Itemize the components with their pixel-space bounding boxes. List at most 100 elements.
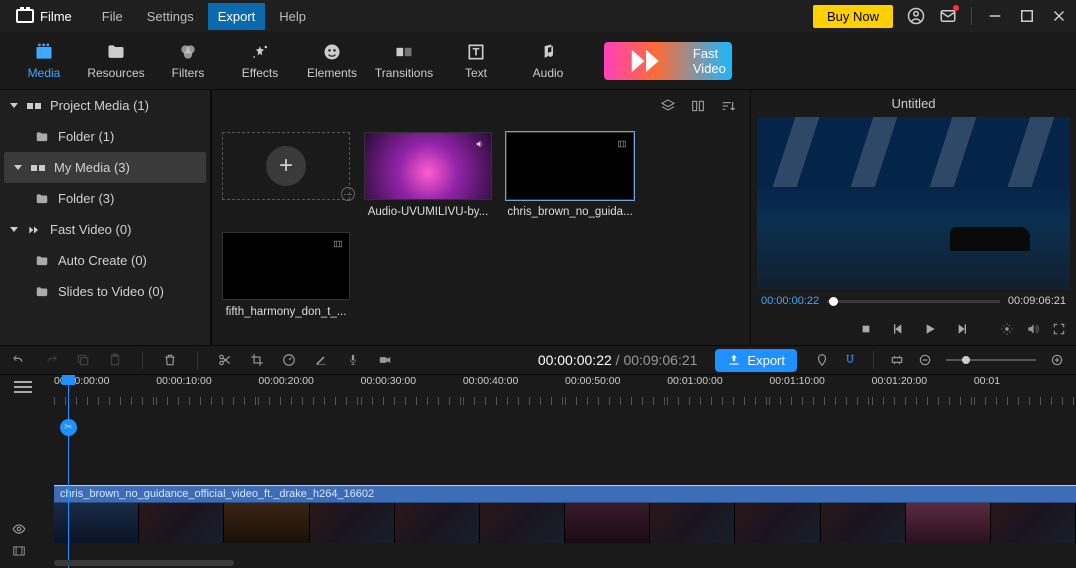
export-button[interactable]: Export [715,349,797,372]
effects-icon [249,42,271,62]
slider-thumb[interactable] [829,297,838,306]
menu-file[interactable]: File [92,3,133,30]
total-time: 00:09:06:21 [1008,295,1066,307]
sidebar-folder-3[interactable]: Folder (3) [0,183,210,214]
ruler-mark: 00:00:20:00 [258,375,360,405]
split-playhead-icon[interactable]: ✂ [60,419,77,436]
visibility-icon[interactable] [12,522,26,536]
sidebar-fast-video[interactable]: Fast Video (0) [0,214,210,245]
copy-button[interactable] [76,353,90,367]
prev-frame-button[interactable] [890,321,906,337]
sidebar-label: Auto Create (0) [58,253,147,268]
zoom-slider[interactable] [946,359,1036,361]
sort-icon[interactable] [720,98,736,114]
tool-label: Transitions [375,66,433,80]
fast-forward-icon [26,223,42,237]
folder-icon [34,192,50,206]
media-item-video-2[interactable]: fifth_harmony_don_t_... [222,232,350,318]
grid-icon [26,99,42,113]
tool-transitions[interactable]: Transitions [368,38,440,84]
media-label: Audio-UVUMILIVU-by... [364,206,492,218]
seek-slider[interactable] [827,300,1000,303]
tool-text[interactable]: Text [440,38,512,84]
tool-effects[interactable]: Effects [224,38,296,84]
video-content [757,117,1070,187]
tool-label: Filters [172,66,205,80]
elements-icon [321,42,343,62]
fast-video-button[interactable]: Fast Video [604,42,732,80]
paste-button[interactable] [108,353,122,367]
sidebar-project-media[interactable]: Project Media (1) [0,90,210,121]
voiceover-button[interactable] [346,353,360,367]
zoom-in-icon[interactable] [1050,353,1064,367]
tool-label: Effects [242,66,278,80]
media-label: fifth_harmony_don_t_... [222,306,350,318]
logo-icon [16,9,34,23]
tool-label: Elements [307,66,357,80]
volume-icon[interactable] [1026,322,1040,336]
transitions-icon [393,42,415,62]
sidebar-my-media[interactable]: My Media (3) [4,152,206,183]
color-button[interactable] [314,353,328,367]
delete-button[interactable] [163,353,177,367]
tool-label: Media [28,66,61,80]
sidebar: Project Media (1) Folder (1) My Media (3… [0,90,212,345]
buy-now-button[interactable]: Buy Now [813,5,893,28]
text-icon [465,42,487,62]
separator [873,351,874,369]
close-icon[interactable] [1050,7,1068,25]
folder-icon [34,130,50,144]
tool-elements[interactable]: Elements [296,38,368,84]
fullscreen-icon[interactable] [1052,322,1066,336]
video-clip[interactable] [54,503,1076,543]
menu-export[interactable]: Export [208,3,266,30]
layers-icon[interactable] [660,98,676,114]
playhead-marker[interactable] [62,375,75,385]
columns-icon[interactable] [690,98,706,114]
caret-down-icon [10,103,18,108]
undo-button[interactable] [12,353,26,367]
media-item-video-1[interactable]: chris_brown_no_guida... [506,132,634,218]
current-time: 00:00:00:22 [761,295,819,307]
clip-title[interactable]: chris_brown_no_guidance_official_video_f… [54,485,1076,503]
maximize-icon[interactable] [1018,7,1036,25]
split-button[interactable] [218,353,232,367]
zoom-out-icon[interactable] [918,353,932,367]
import-media-button[interactable]: + ⋯ [222,132,350,218]
play-button[interactable] [922,321,938,337]
tool-filters[interactable]: Filters [152,38,224,84]
stop-button[interactable] [858,321,874,337]
menu-help[interactable]: Help [269,3,316,30]
speed-button[interactable] [282,353,296,367]
horizontal-scrollbar[interactable] [54,560,234,566]
preview-video[interactable] [757,117,1070,289]
next-frame-button[interactable] [954,321,970,337]
account-icon[interactable] [907,7,925,25]
more-icon[interactable]: ⋯ [341,187,355,201]
ruler-mark: 00:01:10:00 [769,375,871,405]
crop-button[interactable] [250,353,264,367]
caret-down-icon [14,165,22,170]
track-film-icon[interactable] [12,544,26,558]
playhead[interactable]: ✂ [68,375,69,568]
tool-resources[interactable]: Resources [80,38,152,84]
tool-audio[interactable]: Audio [512,38,584,84]
redo-button[interactable] [44,353,58,367]
marker-icon[interactable] [815,353,829,367]
minimize-icon[interactable] [986,7,1004,25]
tool-media[interactable]: Media [8,38,80,84]
menu-settings[interactable]: Settings [137,3,204,30]
sidebar-auto-create[interactable]: Auto Create (0) [0,245,210,276]
fit-icon[interactable] [890,353,904,367]
ruler-mark: 00:00:40:00 [463,375,565,405]
snap-icon[interactable] [843,353,857,367]
settings-icon[interactable] [1000,322,1014,336]
export-label: Export [747,353,785,368]
record-button[interactable] [378,353,392,367]
sidebar-folder-1[interactable]: Folder (1) [0,121,210,152]
sidebar-slides[interactable]: Slides to Video (0) [0,276,210,307]
media-item-audio[interactable]: Audio-UVUMILIVU-by... [364,132,492,218]
messages-icon[interactable] [939,7,957,25]
speaker-icon [473,137,487,147]
timeline-ruler[interactable]: 00:00:00:00 00:00:10:00 00:00:20:00 00:0… [0,375,1076,405]
